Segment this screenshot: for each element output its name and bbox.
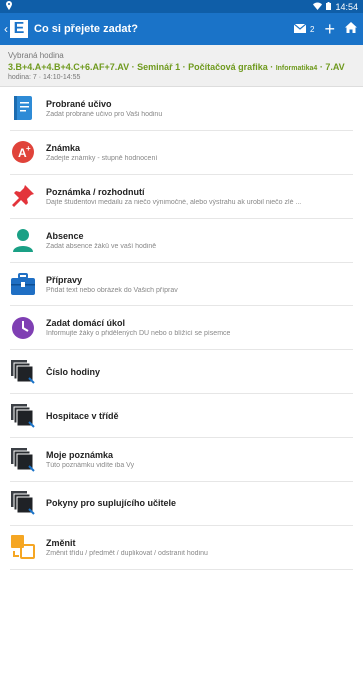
pin-icon <box>10 183 36 209</box>
menu-item-subtitle: Zadat probrané učivo pro Vaši hodinu <box>46 110 163 118</box>
app-logo[interactable]: E <box>10 20 28 38</box>
menu-item-label: Zadat domácí úkol <box>46 318 126 329</box>
svg-text:+: + <box>26 144 31 153</box>
selected-lesson[interactable]: Vybraná hodina 3.B+4.A+4.B+4.C+6.AF+7.AV… <box>0 45 363 87</box>
notebook-icon <box>10 95 36 121</box>
menu-item-subtitle: Zadejte známky - stupně hodnocení <box>46 154 158 162</box>
menu-item-subtitle: Přidat text nebo obrázek do Vašich přípr… <box>46 286 178 294</box>
menu-item-label: Probrané učivo <box>46 98 112 109</box>
menu-item-label: Číslo hodiny <box>46 366 100 377</box>
briefcase-icon <box>10 271 36 297</box>
menu-item-label: Známka <box>46 142 81 153</box>
menu-item-subtitle: Informujte žáky o přidělených DÚ nebo o … <box>46 330 231 338</box>
stack-icon <box>10 403 36 429</box>
menu-item-hospitace-v-tride[interactable]: Hospitace v třídě <box>10 394 353 439</box>
menu-item-label: Moje poznámka <box>46 450 114 461</box>
selected-lesson-title-end: · 7.AV <box>317 62 345 72</box>
home-button[interactable] <box>345 20 357 38</box>
app-bar: ‹ E Co si přejete zadat? 2 + <box>0 13 363 45</box>
status-bar: 14:54 <box>0 0 363 13</box>
menu-item-moje-poznamka[interactable]: Moje poznámka Túto poznámku vidíte iba V… <box>10 438 353 483</box>
menu-item-poznamka-rozhodnuti[interactable]: Poznámka / rozhodnutí Dajte študentovi m… <box>10 175 353 219</box>
selected-lesson-title-small: Informatika4 <box>275 65 318 72</box>
grade-icon: A + <box>10 139 36 165</box>
selected-lesson-title-main: 3.B+4.A+4.B+4.C+6.AF+7.AV · Seminář 1 · … <box>8 62 276 72</box>
menu-item-pripravy[interactable]: Přípravy Přidat text nebo obrázek do Vaš… <box>10 263 353 307</box>
mail-count-badge: 2 <box>310 24 315 34</box>
menu-item-subtitle: Túto poznámku vidíte iba Vy <box>46 462 135 470</box>
mail-button[interactable] <box>293 20 307 38</box>
menu-item-label: Absence <box>46 230 84 241</box>
home-icon <box>345 22 357 33</box>
swap-icon <box>10 534 36 560</box>
menu-item-absence[interactable]: Absence Zadat absence žáků ve vaší hodin… <box>10 219 353 263</box>
mail-icon <box>293 23 307 33</box>
menu-item-probrane-ucivo[interactable]: Probrané učivo Zadat probrané učivo pro … <box>10 87 353 131</box>
menu-item-label: Poznámka / rozhodnutí <box>46 186 145 197</box>
stack-icon <box>10 447 36 473</box>
wifi-icon <box>313 1 323 12</box>
location-icon <box>5 1 13 12</box>
stack-icon <box>10 490 36 516</box>
clock-icon <box>10 315 36 341</box>
menu-item-subtitle: Zadat absence žáků ve vaší hodině <box>46 242 157 250</box>
menu-item-pokyny-pro-suplujiciho-ucitele[interactable]: Pokyny pro suplujícího učitele <box>10 482 353 526</box>
menu-item-label: Pokyny pro suplujícího učitele <box>46 498 177 509</box>
menu-item-subtitle: Dajte študentovi medailu za niečo výnimo… <box>46 198 302 206</box>
person-icon <box>10 227 36 253</box>
back-button[interactable]: ‹ <box>4 22 8 36</box>
menu-item-subtitle: Změnit třídu / předmět / duplikovat / od… <box>46 549 208 557</box>
menu-list: Probrané učivo Zadat probrané učivo pro … <box>0 87 363 570</box>
menu-item-zmenit[interactable]: Změnit Změnit třídu / předmět / duplikov… <box>10 526 353 570</box>
menu-item-label: Přípravy <box>46 274 83 285</box>
clock-time: 14:54 <box>335 1 358 12</box>
selected-lesson-title: 3.B+4.A+4.B+4.C+6.AF+7.AV · Seminář 1 · … <box>8 62 355 72</box>
add-button[interactable]: + <box>324 20 335 38</box>
menu-item-label: Změnit <box>46 537 76 548</box>
stack-icon <box>10 359 36 385</box>
menu-item-label: Hospitace v třídě <box>46 410 119 421</box>
page-title: Co si přejete zadat? <box>34 23 138 35</box>
menu-item-znamka[interactable]: A + Známka Zadejte známky - stupně hodnoc… <box>10 131 353 175</box>
battery-icon <box>326 1 332 12</box>
menu-item-zadat-domaci-ukol[interactable]: Zadat domácí úkol Informujte žáky o přid… <box>10 306 353 351</box>
menu-item-cislo-hodiny[interactable]: Číslo hodiny <box>10 350 353 395</box>
selected-lesson-caption: Vybraná hodina <box>8 51 64 60</box>
selected-lesson-time: hodina: 7 · 14:10-14:55 <box>8 74 81 81</box>
